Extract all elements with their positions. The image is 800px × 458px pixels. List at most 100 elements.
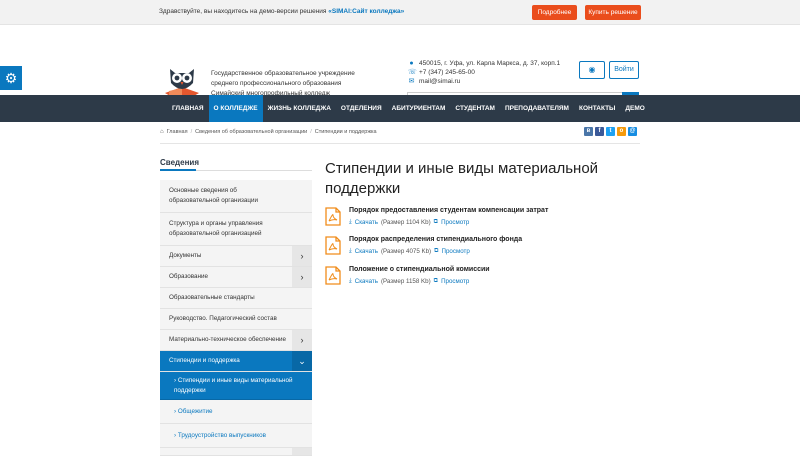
sidebar-item-education[interactable]: Образование › <box>160 267 312 288</box>
email[interactable]: mail@simai.ru <box>419 77 460 86</box>
facebook-icon[interactable]: f <box>595 127 604 136</box>
phone[interactable]: +7 (347) 245-65-00 <box>419 68 475 77</box>
sidebar-menu: Основные сведения об образовательной орг… <box>160 180 312 456</box>
low-vision-button[interactable]: ◉ <box>579 61 605 79</box>
breadcrumb-item[interactable]: Сведения об образовательной организации <box>195 129 307 135</box>
pdf-icon[interactable] <box>325 266 341 285</box>
phone-icon: ☏ <box>408 69 417 76</box>
demo-notice-text: Здравствуйте, вы находитесь на демо-верс… <box>159 8 327 15</box>
social-share: в f t o @ <box>584 127 637 136</box>
chevron-down-icon[interactable]: ⌄ <box>292 351 312 371</box>
sidebar-item-next[interactable] <box>160 448 312 456</box>
map-marker-icon: ● <box>409 60 414 67</box>
buy-button[interactable]: Купить решение <box>585 5 641 20</box>
sidebar-subitem-dormitory[interactable]: › Общежитие <box>160 400 312 424</box>
twitter-icon[interactable]: t <box>606 127 615 136</box>
external-link-icon[interactable]: ⧉ <box>434 277 438 285</box>
envelope-icon: ✉ <box>408 78 415 85</box>
breadcrumb-item[interactable]: Главная <box>167 129 188 135</box>
org-name-line: Государственное образовательное учрежден… <box>211 70 355 77</box>
sidebar-item-facilities[interactable]: Материально-техническое обеспечение › <box>160 330 312 351</box>
document-item: Порядок распределения стипендиального фо… <box>325 236 522 255</box>
sidebar-item-standards[interactable]: Образовательные стандарты <box>160 288 312 309</box>
main-nav: Главная О колледже Жизнь колледжа Отделе… <box>0 95 800 122</box>
sidebar-item-label: Основные сведения об образовательной орг… <box>169 187 258 204</box>
nav-item-students[interactable]: Студентам <box>450 95 500 122</box>
sidebar-item-documents[interactable]: Документы › <box>160 246 312 267</box>
document-item: Положение о стипендиальной комиссии ⤓ Ск… <box>325 266 490 285</box>
sidebar-item-label: Стипендии и поддержка <box>169 357 240 364</box>
file-size: (Размер 1104 Kb) <box>380 218 431 226</box>
chevron-right-icon[interactable] <box>292 448 312 455</box>
breadcrumb-separator: / <box>190 129 193 135</box>
chevron-right-icon[interactable]: › <box>292 330 312 350</box>
pdf-icon[interactable] <box>325 236 341 255</box>
sidebar-item-structure[interactable]: Структура и органы управления образовате… <box>160 213 312 246</box>
org-name-line: среднего профессионального образования <box>211 80 342 87</box>
sidebar-item-label: Образование <box>169 273 209 280</box>
demo-notice: Здравствуйте, вы находитесь на демо-верс… <box>159 8 404 15</box>
download-link[interactable]: Скачать <box>355 278 378 285</box>
eye-icon: ◉ <box>588 65 596 74</box>
login-button[interactable]: Войти <box>609 61 639 79</box>
demo-product-link[interactable]: «SIMAI:Сайт колледжа» <box>328 8 404 15</box>
download-icon[interactable]: ⤓ <box>349 218 352 226</box>
divider-accent <box>160 169 196 171</box>
file-size: (Размер 1158 Kb) <box>380 277 431 285</box>
nav-item-demo[interactable]: Демо <box>620 95 649 122</box>
sidebar-item-label: Структура и органы управления образовате… <box>169 220 263 237</box>
divider <box>160 143 640 144</box>
view-link[interactable]: Просмотр <box>442 248 470 255</box>
download-link[interactable]: Скачать <box>355 219 378 226</box>
sidebar-subitem-employment[interactable]: › Трудоустройство выпускников <box>160 424 312 448</box>
sidebar-item-basic-info[interactable]: Основные сведения об образовательной орг… <box>160 180 312 213</box>
sidebar-item-label: Материально-техническое обеспечение <box>169 336 287 343</box>
document-title[interactable]: Порядок распределения стипендиального фо… <box>349 236 522 243</box>
view-link[interactable]: Просмотр <box>441 278 469 285</box>
sidebar-item-label: Образовательные стандарты <box>169 294 255 301</box>
address: 450015, г. Уфа, ул. Карла Маркса, д. 37,… <box>419 60 561 67</box>
mail-ru-icon[interactable]: @ <box>628 127 637 136</box>
document-title[interactable]: Порядок предоставления студентам компенс… <box>349 207 548 214</box>
vk-icon[interactable]: в <box>584 127 593 136</box>
nav-item-teachers[interactable]: Преподавателям <box>500 95 574 122</box>
sidebar-item-label: Документы <box>169 252 202 259</box>
pdf-icon[interactable] <box>325 207 341 226</box>
sidebar-subitem-scholarships-active[interactable]: › Стипендии и иные виды материальной под… <box>160 372 312 400</box>
nav-item-applicants[interactable]: Абитуриентам <box>387 95 451 122</box>
breadcrumb-item-current: Стипендии и поддержка <box>314 129 377 135</box>
settings-gear-icon[interactable]: ⚙ <box>0 66 22 90</box>
home-icon[interactable]: ⌂ <box>160 129 164 135</box>
view-link[interactable]: Просмотр <box>441 219 469 226</box>
download-icon[interactable]: ⤓ <box>349 247 352 255</box>
nav-item-home[interactable]: Главная <box>167 95 209 122</box>
chevron-right-icon[interactable]: › <box>292 246 312 266</box>
nav-item-about[interactable]: О колледже <box>208 95 263 122</box>
demo-bar: Здравствуйте, вы находитесь на демо-верс… <box>0 0 800 25</box>
page-title: Стипендии и иные виды материальной подде… <box>325 160 599 197</box>
sidebar-item-label: Руководство. Педагогический состав <box>169 315 277 322</box>
odnoklassniki-icon[interactable]: o <box>617 127 626 136</box>
sidebar-title: Сведения <box>160 158 199 167</box>
chevron-right-icon[interactable]: › <box>292 267 312 287</box>
nav-item-life[interactable]: Жизнь колледжа <box>263 95 336 122</box>
document-item: Порядок предоставления студентам компенс… <box>325 207 548 226</box>
nav-item-departments[interactable]: Отделения <box>336 95 387 122</box>
download-icon[interactable]: ⤓ <box>349 277 352 285</box>
nav-item-contacts[interactable]: Контакты <box>574 95 620 122</box>
breadcrumb: ⌂ Главная / Сведения об образовательной … <box>160 129 377 135</box>
sidebar-subitem-label: › Стипендии и иные виды материальной под… <box>174 376 293 394</box>
contacts: ● 450015, г. Уфа, ул. Карла Маркса, д. 37… <box>408 59 560 86</box>
sidebar-subitem-label: › Общежитие <box>174 408 213 415</box>
external-link-icon[interactable]: ⧉ <box>434 247 438 255</box>
sidebar-subitem-label: › Трудоустройство выпускников <box>174 432 266 439</box>
sidebar-item-management[interactable]: Руководство. Педагогический состав <box>160 309 312 330</box>
sidebar-item-scholarships[interactable]: Стипендии и поддержка ⌄ <box>160 351 312 372</box>
document-title[interactable]: Положение о стипендиальной комиссии <box>349 266 490 273</box>
header: Государственное образовательное учрежден… <box>0 25 800 108</box>
more-button[interactable]: Подробнее <box>532 5 577 20</box>
file-size: (Размер 4075 Kb) <box>380 247 432 255</box>
download-link[interactable]: Скачать <box>355 248 378 255</box>
external-link-icon[interactable]: ⧉ <box>434 218 438 226</box>
breadcrumb-separator: / <box>310 129 312 135</box>
